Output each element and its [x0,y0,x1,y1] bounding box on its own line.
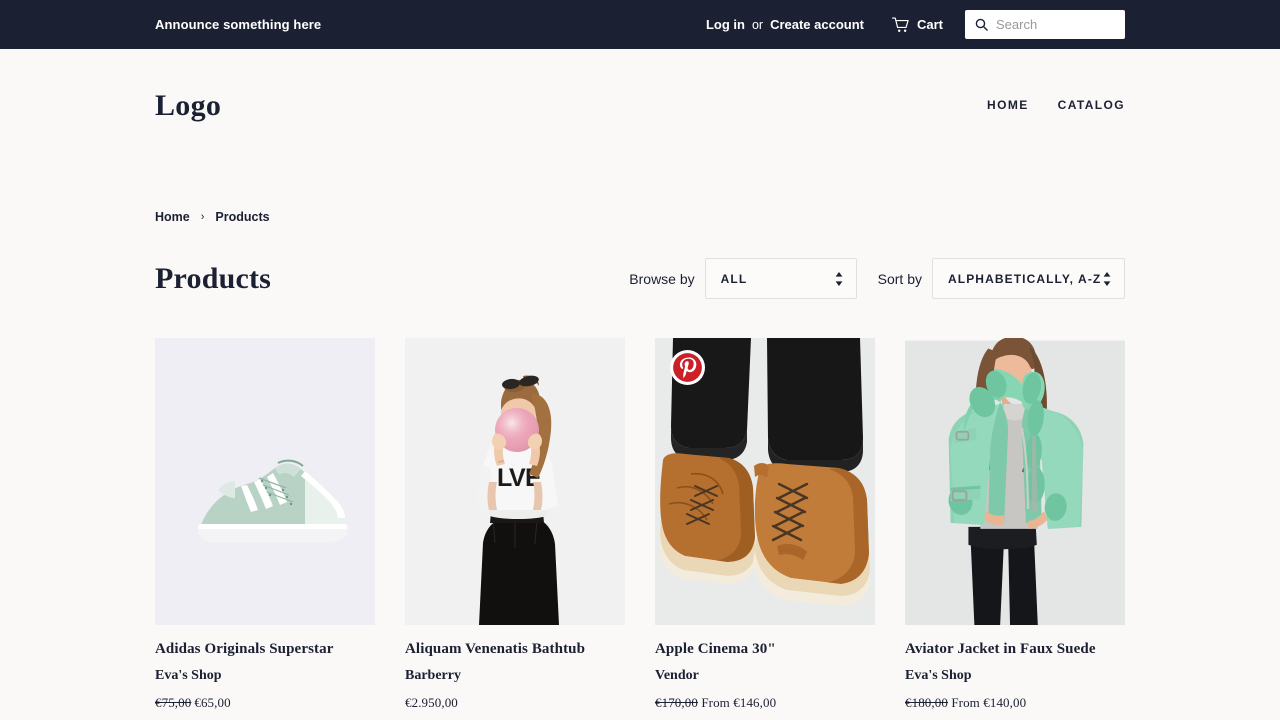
product-card[interactable]: LVE Aliquam Venenatis Bathtub Barberry €… [405,338,625,711]
sort-by-label: Sort by [877,270,922,287]
product-info: Aviator Jacket in Faux Suede Eva's Shop … [905,625,1125,711]
search-input[interactable] [996,17,1115,32]
product-title[interactable]: Adidas Originals Superstar [155,640,375,658]
announcement-text: Announce something here [155,17,322,32]
chevron-right-icon: › [200,211,205,223]
price-original: €75,00 [155,695,192,710]
product-card[interactable]: Adidas Originals Superstar Eva's Shop €7… [155,338,375,711]
sort-by-group: Sort by ALPHABETICALLY, A-Z [878,258,1125,299]
price-current: €2.950,00 [405,695,458,710]
chevron-up-down-icon [1102,271,1112,287]
price-original: €170,00 [655,695,698,710]
product-info: Apple Cinema 30" Vendor €170,00 From €14… [655,625,875,711]
product-vendor: Barberry [405,668,461,683]
site-header: Logo HOME CATALOG [0,49,1280,196]
product-image [155,338,375,625]
announcement-bar-right: Log in or Create account Cart [706,0,1125,49]
pinterest-save-button[interactable] [669,349,706,386]
nav-item-catalog[interactable]: CATALOG [1058,98,1125,112]
product-info: Adidas Originals Superstar Eva's Shop €7… [155,625,375,711]
product-image-link[interactable] [905,338,1125,625]
sort-by-select[interactable]: ALPHABETICALLY, A-Z [932,258,1125,299]
browse-by-group: Browse by ALL [629,258,857,299]
product-image: LV E [405,338,625,625]
product-vendor: Vendor [655,668,699,683]
log-in-link[interactable]: Log in [706,17,745,32]
collection-filters: Browse by ALL Sort by ALPHABETICALLY, A-… [629,258,1125,299]
product-image [905,338,1125,625]
product-title[interactable]: Aliquam Venenatis Bathtub [405,640,625,658]
product-grid: Adidas Originals Superstar Eva's Shop €7… [0,338,1280,711]
product-image-link[interactable]: LVE [405,338,625,625]
product-info: Aliquam Venenatis Bathtub Barberry €2.95… [405,625,625,711]
site-logo[interactable]: Logo [155,89,221,123]
cart-link[interactable]: Cart [891,16,943,33]
price-original: €180,00 [905,695,948,710]
search-icon [975,18,988,31]
main-navigation: HOME CATALOG [987,98,1125,112]
price-current: €146,00 [733,695,777,710]
browse-by-label: Browse by [629,270,695,287]
price-current: €65,00 [194,695,231,710]
login-or-separator: or [751,17,764,32]
page-title: Products [155,261,272,295]
price-current: €140,00 [983,695,1027,710]
product-price: €170,00 From €146,00 [655,695,875,711]
product-card[interactable]: Aviator Jacket in Faux Suede Eva's Shop … [905,338,1125,711]
breadcrumb-home[interactable]: Home [155,210,190,224]
shopping-cart-icon [891,16,910,33]
create-account-link[interactable]: Create account [770,17,864,32]
product-price: €2.950,00 [405,695,625,711]
product-card[interactable]: Apple Cinema 30" Vendor €170,00 From €14… [655,338,875,711]
breadcrumb: Home › Products [0,210,1280,224]
announcement-bar: Announce something here Log in or Create… [0,0,1280,49]
breadcrumb-current: Products [215,210,270,224]
sort-by-value: ALPHABETICALLY, A-Z [948,271,1102,286]
product-price: €75,00 €65,00 [155,695,375,711]
product-price: €180,00 From €140,00 [905,695,1125,711]
svg-text:V: V [509,464,526,492]
price-prefix: From [951,695,980,710]
nav-item-home[interactable]: HOME [987,98,1029,112]
browse-by-value: ALL [720,271,748,286]
product-vendor: Eva's Shop [905,668,972,683]
search-box[interactable] [965,10,1125,39]
product-image-link[interactable] [155,338,375,625]
cart-label: Cart [916,17,943,32]
product-title[interactable]: Aviator Jacket in Faux Suede [905,640,1125,658]
browse-by-select[interactable]: ALL [704,258,857,299]
collection-header: Products Browse by ALL Sort by ALPHABETI… [0,258,1280,299]
price-prefix: From [701,695,730,710]
customer-links: Log in or Create account [706,17,864,32]
chevron-up-down-icon [834,271,844,287]
product-vendor: Eva's Shop [155,668,222,683]
product-title[interactable]: Apple Cinema 30" [655,640,875,658]
